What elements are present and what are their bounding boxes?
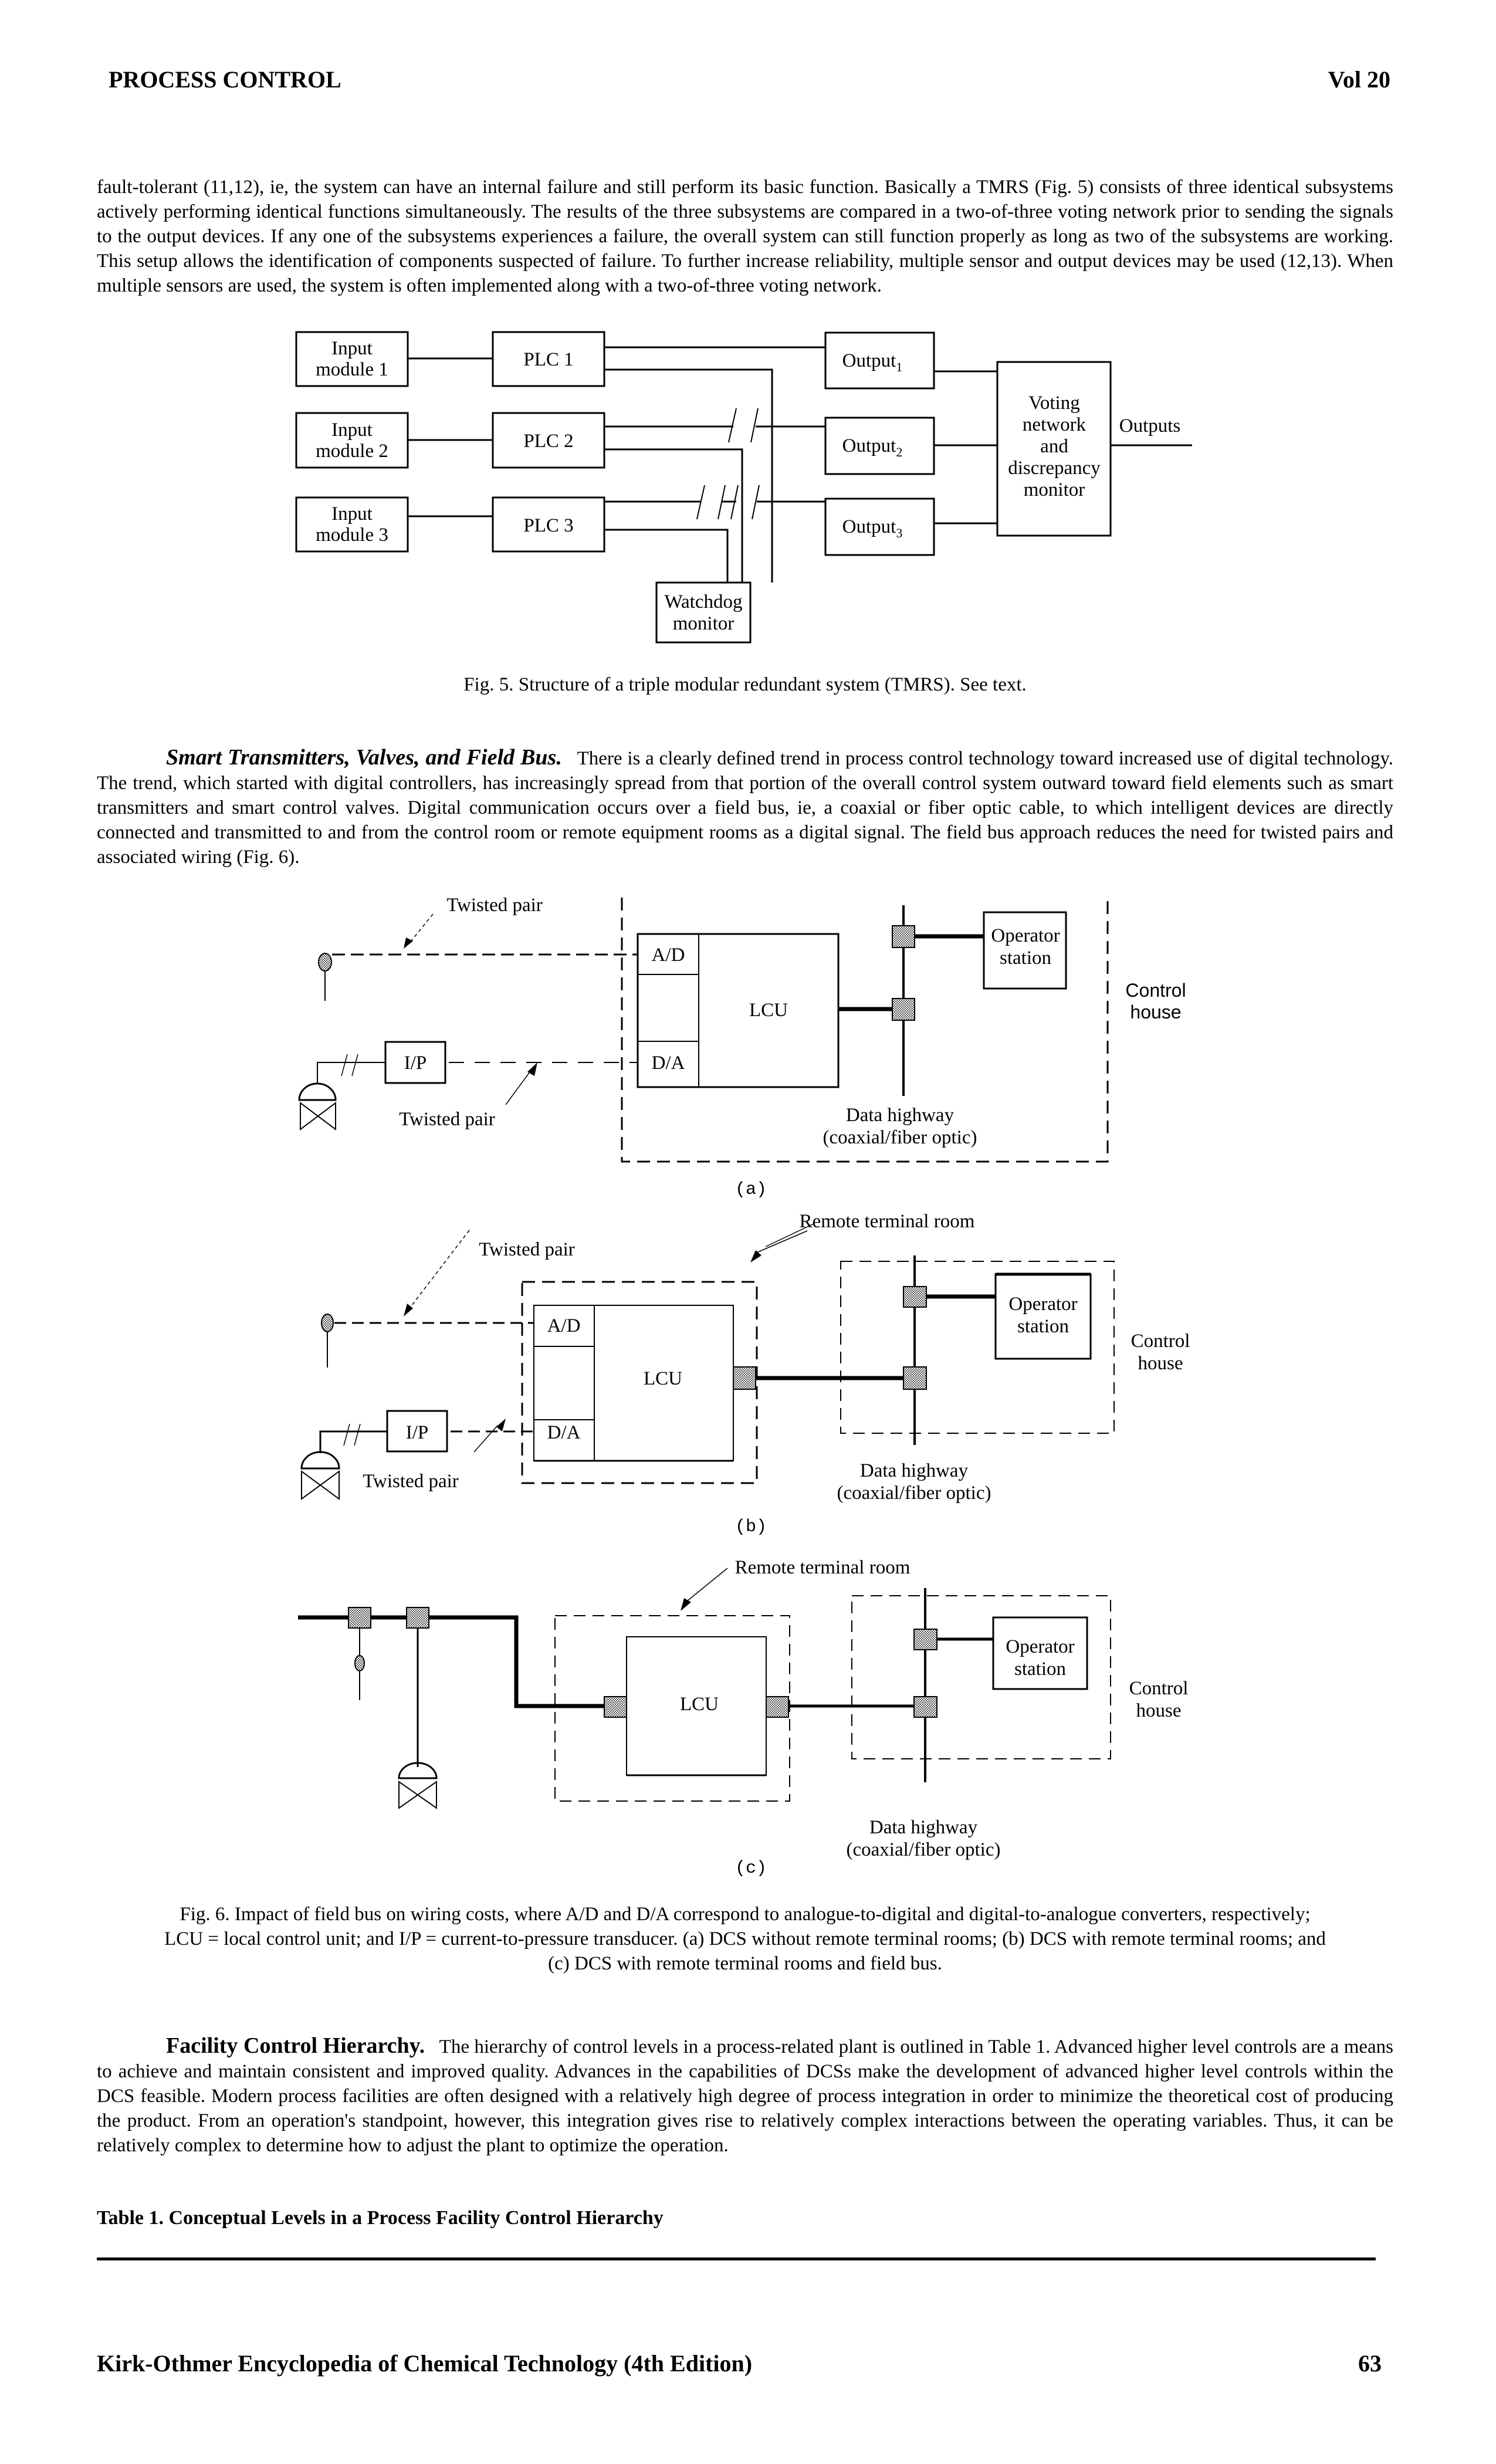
- ip-label-a: I/P: [404, 1052, 427, 1074]
- figure-5-caption: Fig. 5. Structure of a triple modular re…: [463, 674, 1027, 695]
- panel-a-label: (a): [735, 1180, 767, 1200]
- remote-terminal-room-label-c: Remote terminal room: [735, 1557, 911, 1578]
- input-module-1-label-b: module 1: [316, 359, 388, 380]
- figure-6-field-bus-diagram: Twisted pair A/D D/A LCU I/P Twisted pai…: [298, 895, 1190, 1879]
- data-highway-label-b2: (coaxial/fiber optic): [837, 1483, 991, 1504]
- da-label-a: D/A: [652, 1052, 685, 1074]
- twisted-pair-label-b2: Twisted pair: [363, 1471, 459, 1492]
- table-top-rule: [97, 2257, 1376, 2260]
- twisted-pair-label-b1: Twisted pair: [479, 1239, 575, 1260]
- data-highway-label-a2: (coaxial/fiber optic): [823, 1127, 977, 1148]
- panel-c: [298, 1568, 1111, 1809]
- twisted-pair-label-a1: Twisted pair: [446, 895, 543, 916]
- voting-label-3: and: [1040, 436, 1068, 457]
- operator-station-label-c1: Operator: [1006, 1636, 1074, 1657]
- lcu-label-c: LCU: [680, 1694, 719, 1715]
- twisted-pair-label-a2: Twisted pair: [399, 1109, 495, 1130]
- output-3-label: Output3: [842, 516, 903, 540]
- input-module-1-label-a: Input: [331, 338, 373, 359]
- input-module-2-label-a: Input: [331, 419, 373, 441]
- data-highway-label-c2: (coaxial/fiber optic): [847, 1839, 1001, 1860]
- figure-5-tmrs-diagram: Input module 1 Input module 2 Input modu…: [295, 331, 1192, 644]
- voting-label-5: monitor: [1024, 479, 1085, 500]
- control-house-label-c1: Control: [1129, 1678, 1189, 1699]
- operator-station-label-c2: station: [1014, 1659, 1066, 1680]
- paragraph-smart-transmitters: Smart Transmitters, Valves, and Field Bu…: [97, 745, 1393, 869]
- input-module-3-label-b: module 3: [316, 524, 388, 546]
- section-heading-facility-control: Facility Control Hierarchy.: [166, 2033, 425, 2058]
- control-house-label-a2: house: [1130, 1001, 1181, 1023]
- ad-label-a: A/D: [652, 945, 685, 966]
- lcu-label-b: LCU: [644, 1368, 682, 1389]
- panel-a-labels: Twisted pair A/D D/A LCU I/P Twisted pai…: [399, 895, 1186, 1200]
- figure-6-caption-line-2: LCU = local control unit; and I/P = curr…: [164, 1928, 1326, 1949]
- figure-6-caption: Fig. 6. Impact of field bus on wiring co…: [97, 1902, 1393, 1976]
- control-house-label-a1: Control: [1125, 980, 1186, 1001]
- operator-station-label-b1: Operator: [1008, 1294, 1077, 1315]
- operator-station-label-a1: Operator: [991, 925, 1060, 946]
- signal-break-marks: [696, 408, 760, 520]
- panel-b-labels: Twisted pair Remote terminal room A/D D/…: [363, 1211, 1190, 1537]
- lcu-label-a: LCU: [749, 1000, 788, 1021]
- panel-c-label: (c): [735, 1859, 767, 1879]
- control-house-label-b2: house: [1138, 1353, 1183, 1374]
- operator-station-label-a2: station: [1000, 947, 1051, 969]
- remote-terminal-room-label-b: Remote terminal room: [800, 1211, 975, 1232]
- voting-label-2: network: [1023, 414, 1087, 435]
- footer-book-title: Kirk-Othmer Encyclopedia of Chemical Tec…: [97, 2350, 753, 2377]
- panel-b: [300, 1223, 1115, 1500]
- control-house-label-c2: house: [1136, 1700, 1182, 1721]
- paragraph-facility-control-hierarchy: Facility Control Hierarchy. The hierarch…: [97, 2033, 1393, 2158]
- watchdog-label-1: Watchdog: [665, 591, 743, 612]
- plc-2-label: PLC 2: [523, 431, 573, 452]
- data-highway-label-b1: Data highway: [860, 1460, 969, 1481]
- figure-6-caption-line-3: (c) DCS with remote terminal rooms and f…: [548, 1953, 942, 1974]
- operator-station-label-b2: station: [1017, 1316, 1069, 1337]
- section-heading-smart-transmitters: Smart Transmitters, Valves, and Field Bu…: [166, 745, 562, 770]
- da-label-b: D/A: [547, 1422, 581, 1443]
- input-module-2-label-b: module 2: [316, 441, 388, 462]
- plc-1-label: PLC 1: [523, 349, 573, 370]
- ip-label-b: I/P: [406, 1422, 429, 1443]
- voting-label-1: Voting: [1028, 392, 1079, 414]
- figure-6-caption-line-1: Fig. 6. Impact of field bus on wiring co…: [180, 1904, 1311, 1925]
- data-highway-label-c1: Data highway: [869, 1817, 978, 1838]
- watchdog-label-2: monitor: [673, 613, 735, 634]
- data-highway-label-a1: Data highway: [846, 1105, 955, 1126]
- input-module-3-label-a: Input: [331, 503, 373, 524]
- outputs-label: Outputs: [1119, 415, 1181, 436]
- panel-b-label: (b): [735, 1517, 767, 1537]
- voting-label-4: discrepancy: [1008, 458, 1101, 479]
- output-2-label: Output2: [842, 435, 903, 459]
- table-1-title: Table 1. Conceptual Levels in a Process …: [97, 2207, 664, 2229]
- output-1-label: Output1: [842, 350, 903, 374]
- plc-3-label: PLC 3: [523, 515, 573, 536]
- control-house-label-b1: Control: [1131, 1331, 1190, 1352]
- ad-label-b: A/D: [547, 1315, 581, 1336]
- footer-page-number: 63: [1358, 2350, 1382, 2377]
